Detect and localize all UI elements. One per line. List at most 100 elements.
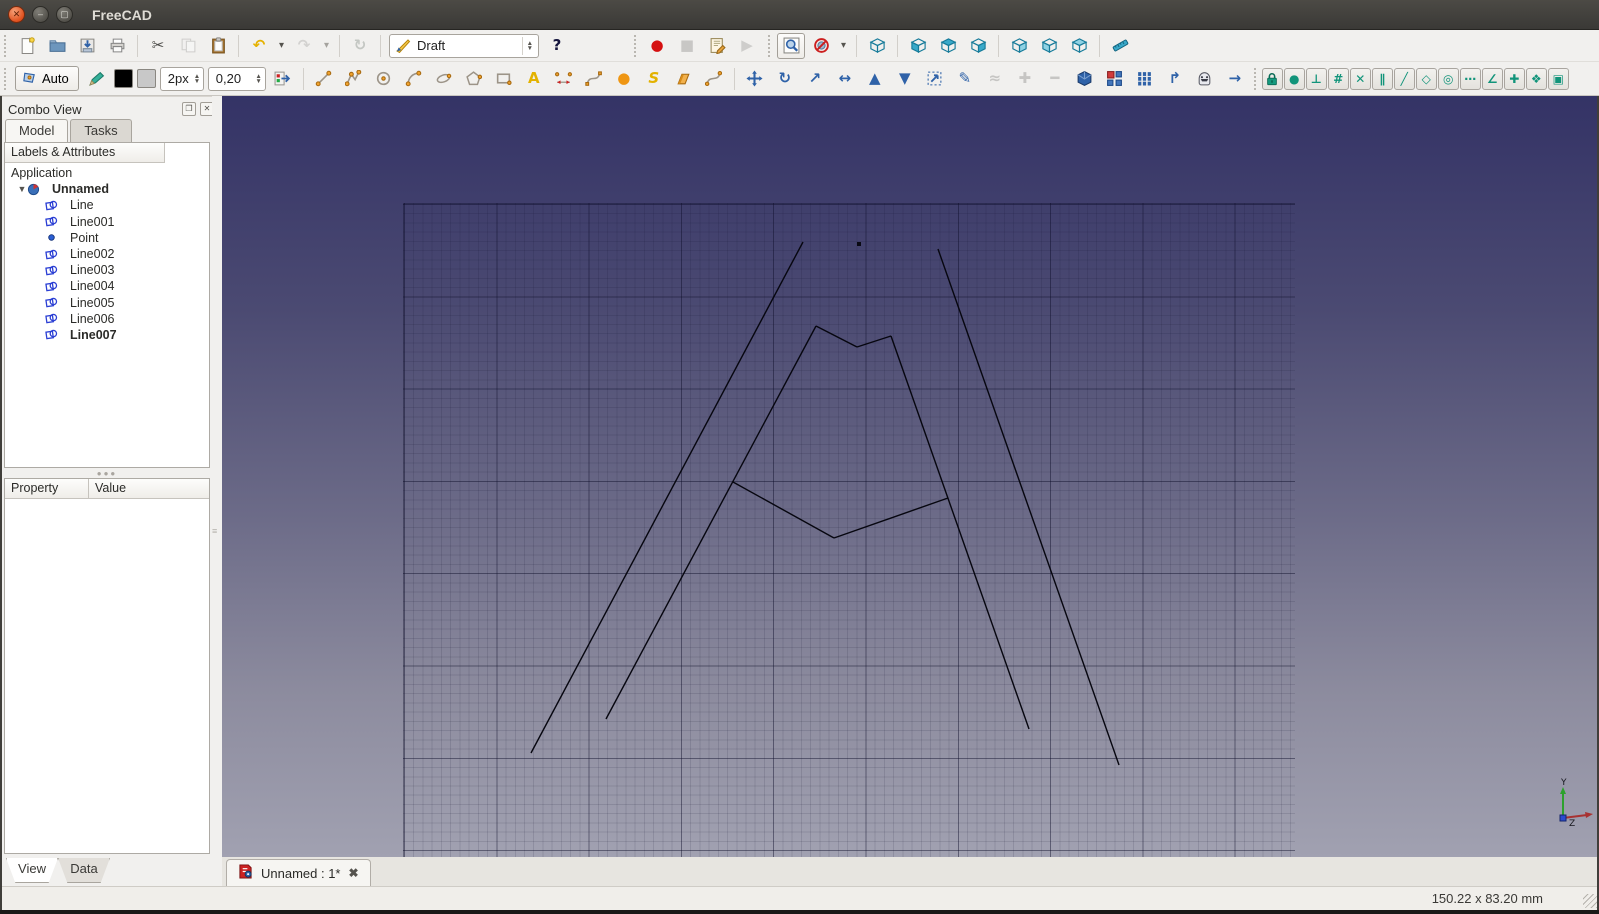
view-top-button[interactable] [934,33,962,59]
spinner-arrows-icon[interactable]: ▲ ▼ [250,70,264,88]
snap-perpendicular-button[interactable]: ⊥ [1305,67,1327,90]
draft-clone-button[interactable] [1191,66,1219,92]
refresh-button[interactable]: ↻ [346,33,374,59]
macro-run-button[interactable]: ▶ [733,33,761,59]
panel-float-button[interactable]: ❐ [182,102,196,116]
draft-upgrade-button[interactable]: ▲ [861,66,889,92]
sketch-line-Line002[interactable] [605,325,817,720]
text-scale-spinner[interactable]: 0,20 ▲ ▼ [207,66,266,91]
combo-spinner-icon[interactable]: ▲ ▼ [521,36,533,55]
undo-menu-button[interactable]: ▾ [275,33,288,59]
snap-lock-button[interactable] [1261,67,1283,90]
tree-item-line003[interactable]: Line003 [5,262,209,278]
draft-shapestring-button[interactable]: S [640,66,668,92]
draft-path-array-button[interactable] [1131,66,1159,92]
draft-to-sketch-button[interactable] [1071,66,1099,92]
new-document-button[interactable] [13,33,41,59]
snap-toolbar-handle[interactable] [1253,67,1258,90]
draft-line-button[interactable] [310,66,338,92]
draft-bspline-button[interactable] [580,66,608,92]
snap-midpoint-button[interactable]: ◇ [1415,67,1437,90]
expand-arrow-icon[interactable]: ▼ [17,184,27,194]
tree-item-line[interactable]: Line [5,197,209,213]
draft-text-button[interactable]: A [520,66,548,92]
document-tab[interactable]: Unnamed : 1* ✖ [226,859,371,886]
draft-offset-button[interactable]: ↗ [801,66,829,92]
resize-grip[interactable] [1583,894,1597,908]
snap-parallel-button[interactable]: ∥ [1371,67,1393,90]
snap-special-button[interactable]: ❖ [1525,67,1547,90]
apply-style-button[interactable] [269,66,297,92]
sketch-line-Line001[interactable] [937,248,1120,766]
snap-extension-button[interactable]: ╱ [1393,67,1415,90]
snap-endpoint-button[interactable]: ● [1283,67,1305,90]
draft-rectangle-button[interactable] [490,66,518,92]
draft-mirror-button[interactable]: → [1221,66,1249,92]
draft-facebinder-button[interactable] [670,66,698,92]
panel-splitter[interactable]: ●●● [4,469,210,478]
sketch-line-Line007[interactable] [833,497,949,539]
draft-point-button[interactable]: ● [610,66,638,92]
toggle-dimension-button[interactable]: ▣ [1547,67,1569,90]
sketch-point[interactable] [857,242,861,246]
construction-mode-button[interactable] [83,66,111,92]
snap-near-button[interactable]: ⋯ [1459,67,1481,90]
draft-edit-button[interactable]: ✎ [951,66,979,92]
file-toolbar-handle[interactable] [4,34,8,57]
draft-dimension-button[interactable] [550,66,578,92]
tree-item-line002[interactable]: Line002 [5,246,209,262]
macro-stop-button[interactable]: ■ [673,33,701,59]
view-bottom-button[interactable] [1035,33,1063,59]
redo-menu-button[interactable]: ▾ [320,33,333,59]
measure-distance-button[interactable] [1106,33,1134,59]
tab-view-properties[interactable]: View [6,858,58,883]
spinner-arrows-icon[interactable]: ▲ ▼ [189,70,203,88]
view-left-button[interactable] [1065,33,1093,59]
print-document-button[interactable] [103,33,131,59]
open-document-button[interactable] [43,33,71,59]
fit-all-button[interactable] [777,32,805,59]
undo-button[interactable]: ↶ [245,33,273,59]
tree-item-line006[interactable]: Line006 [5,311,209,327]
draft-subelement-highlight-button[interactable]: ≈ [981,66,1009,92]
macro-toolbar-handle[interactable] [634,34,638,57]
draft-downgrade-button[interactable]: ▼ [891,66,919,92]
working-plane-button[interactable]: Auto [15,66,79,91]
snap-intersection-button[interactable]: ✕ [1349,67,1371,90]
whats-this-button[interactable]: ? [543,33,571,59]
view-toolbar-handle[interactable] [768,34,772,57]
line-width-spinner[interactable]: 2px ▲ ▼ [159,66,204,91]
sketch-line-Line004[interactable] [856,335,892,348]
tab-data-properties[interactable]: Data [58,858,110,883]
draft-rotate-button[interactable]: ↻ [771,66,799,92]
property-column-header[interactable]: Property [5,479,89,498]
macro-edit-button[interactable] [703,33,731,59]
tree-item-line004[interactable]: Line004 [5,278,209,294]
draft-ellipse-button[interactable] [430,66,458,92]
tab-tasks[interactable]: Tasks [70,119,132,142]
view-axonometric-button[interactable] [863,33,891,59]
draft-scale-button[interactable] [921,66,949,92]
draft-bezier-button[interactable] [700,66,728,92]
tree-item-document[interactable]: ▼ Unnamed [5,181,209,197]
draft-polygon-button[interactable] [460,66,488,92]
draw-style-menu-button[interactable]: ▾ [837,33,850,59]
view-front-button[interactable] [904,33,932,59]
draft-arc-button[interactable] [400,66,428,92]
save-document-button[interactable] [73,33,101,59]
cut-button[interactable]: ✂ [144,33,172,59]
value-column-header[interactable]: Value [89,479,209,498]
sketch-line-Line003[interactable] [815,325,858,348]
sketch-line-Line005[interactable] [890,335,1030,730]
draw-style-button[interactable] [807,33,835,59]
tree-item-line001[interactable]: Line001 [5,214,209,230]
tree-item-point[interactable]: Point [5,230,209,246]
redo-button[interactable]: ↷ [290,33,318,59]
draft-trimex-button[interactable]: ↔ [831,66,859,92]
line-color-swatch[interactable] [113,69,133,88]
tab-model[interactable]: Model [5,119,69,142]
draft-remove-point-button[interactable]: ━ [1041,66,1069,92]
view-rear-button[interactable] [1005,33,1033,59]
workbench-selector[interactable]: Draft ▲ ▼ [389,33,539,58]
maximize-button[interactable]: ▢ [56,6,73,23]
